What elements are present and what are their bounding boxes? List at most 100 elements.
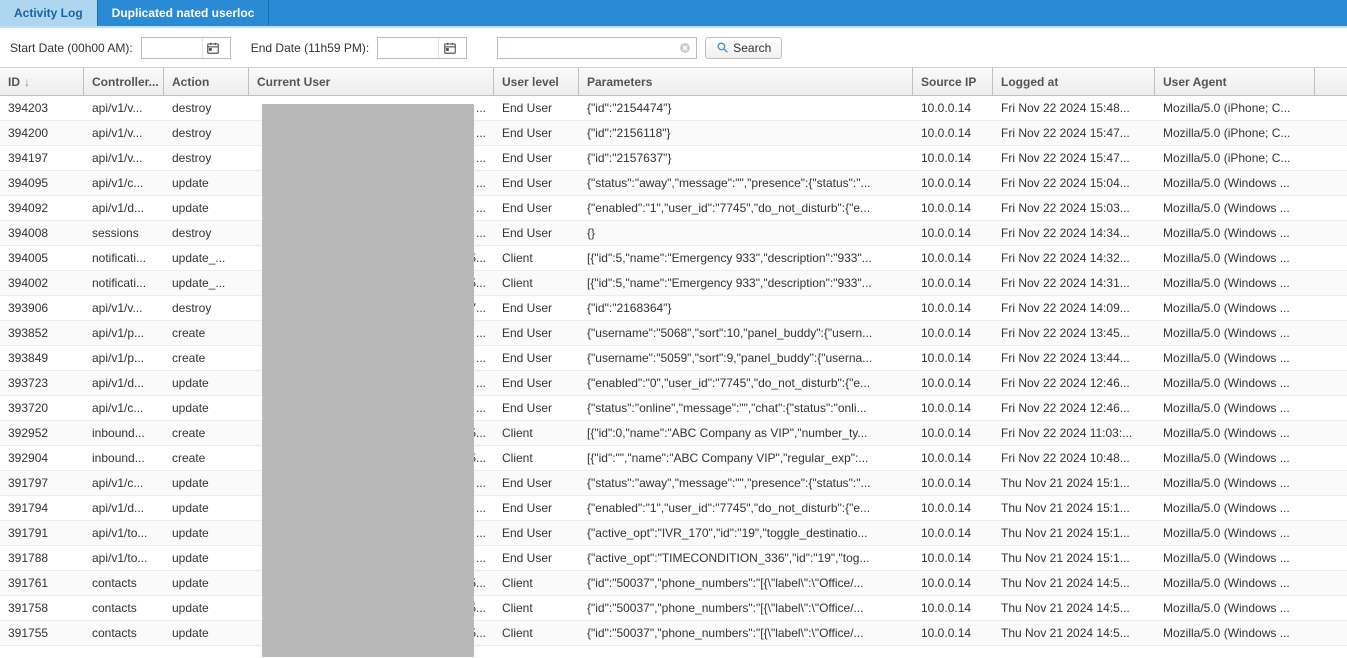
table-row[interactable]: 393849api/v1/p...create...End User{"user…: [0, 346, 1347, 371]
cell-controller: api/v1/d...: [84, 372, 164, 394]
cell-action: destroy: [164, 222, 249, 244]
col-id[interactable]: ID↓: [0, 68, 84, 95]
cell-action: create: [164, 422, 249, 444]
cell-source-ip: 10.0.0.14: [913, 97, 993, 119]
cell-controller: contacts: [84, 572, 164, 594]
cell-logged-at: Thu Nov 21 2024 15:1...: [993, 497, 1155, 519]
table-row[interactable]: 394095api/v1/c...update...End User{"stat…: [0, 171, 1347, 196]
col-action[interactable]: Action: [164, 68, 249, 95]
cell-user-agent: Mozilla/5.0 (Windows ...: [1155, 547, 1315, 569]
cell-logged-at: Fri Nov 22 2024 15:47...: [993, 122, 1155, 144]
search-field[interactable]: [497, 37, 697, 59]
table-row[interactable]: 393723api/v1/d...update...End User{"enab…: [0, 371, 1347, 396]
cell-parameters: {"id":"2156118"}: [579, 122, 913, 144]
cell-source-ip: 10.0.0.14: [913, 372, 993, 394]
cell-user-agent: Mozilla/5.0 (Windows ...: [1155, 247, 1315, 269]
cell-controller: notificati...: [84, 272, 164, 294]
end-date-field[interactable]: [377, 37, 467, 59]
col-logged-at[interactable]: Logged at: [993, 68, 1155, 95]
cell-id: 394092: [0, 197, 84, 219]
cell-user-agent: Mozilla/5.0 (Windows ...: [1155, 622, 1315, 644]
cell-user-level: End User: [494, 547, 579, 569]
cell-source-ip: 10.0.0.14: [913, 472, 993, 494]
cell-user-level: Client: [494, 597, 579, 619]
table-row[interactable]: 391797api/v1/c...update...End User{"stat…: [0, 471, 1347, 496]
cell-id: 394095: [0, 172, 84, 194]
start-date-field[interactable]: [141, 37, 231, 59]
cell-id: 394200: [0, 122, 84, 144]
cell-parameters: {"username":"5059","sort":9,"panel_buddy…: [579, 347, 913, 369]
search-input[interactable]: [498, 39, 676, 57]
cell-source-ip: 10.0.0.14: [913, 422, 993, 444]
cell-source-ip: 10.0.0.14: [913, 297, 993, 319]
calendar-icon[interactable]: [438, 38, 460, 58]
col-parameters[interactable]: Parameters: [579, 68, 913, 95]
tab-activity-log[interactable]: Activity Log: [0, 0, 98, 26]
cell-logged-at: Thu Nov 21 2024 15:1...: [993, 472, 1155, 494]
col-user-level[interactable]: User level: [494, 68, 579, 95]
cell-controller: api/v1/v...: [84, 147, 164, 169]
cell-user-agent: Mozilla/5.0 (Windows ...: [1155, 522, 1315, 544]
table-row[interactable]: 392904inbound...create5...Client[{"id":"…: [0, 446, 1347, 471]
cell-id: 392904: [0, 447, 84, 469]
table-row[interactable]: 394203api/v1/v...destroy...End User{"id"…: [0, 96, 1347, 121]
grid-body[interactable]: 394203api/v1/v...destroy...End User{"id"…: [0, 96, 1347, 656]
table-row[interactable]: 391755contactsupdate5...Client{"id":"500…: [0, 621, 1347, 646]
table-row[interactable]: 394005notificati...update_...5...Client[…: [0, 246, 1347, 271]
table-row[interactable]: 391788api/v1/to...update...End User{"act…: [0, 546, 1347, 571]
table-row[interactable]: 391791api/v1/to...update...End User{"act…: [0, 521, 1347, 546]
cell-user-level: Client: [494, 422, 579, 444]
clear-icon[interactable]: [676, 39, 694, 57]
cell-user-level: End User: [494, 297, 579, 319]
cell-user-level: End User: [494, 372, 579, 394]
cell-controller: api/v1/to...: [84, 547, 164, 569]
table-row[interactable]: 394002notificati...update_...5...Client[…: [0, 271, 1347, 296]
cell-id: 394008: [0, 222, 84, 244]
table-row[interactable]: 393906api/v1/v...destroy7...End User{"id…: [0, 296, 1347, 321]
redacted-block: [262, 104, 474, 657]
table-row[interactable]: 393852api/v1/p...create...End User{"user…: [0, 321, 1347, 346]
cell-user-agent: Mozilla/5.0 (Windows ...: [1155, 397, 1315, 419]
cell-id: 391791: [0, 522, 84, 544]
end-date-input[interactable]: [378, 39, 438, 57]
cell-source-ip: 10.0.0.14: [913, 622, 993, 644]
table-row[interactable]: 394200api/v1/v...destroy...End User{"id"…: [0, 121, 1347, 146]
cell-id: 391761: [0, 572, 84, 594]
cell-action: create: [164, 447, 249, 469]
cell-source-ip: 10.0.0.14: [913, 397, 993, 419]
cell-controller: api/v1/v...: [84, 97, 164, 119]
cell-parameters: {"id":"2154474"}: [579, 97, 913, 119]
cell-user-level: Client: [494, 247, 579, 269]
cell-logged-at: Fri Nov 22 2024 12:46...: [993, 372, 1155, 394]
table-row[interactable]: 393720api/v1/c...update...End User{"stat…: [0, 396, 1347, 421]
cell-logged-at: Fri Nov 22 2024 14:09...: [993, 297, 1155, 319]
calendar-icon[interactable]: [202, 38, 224, 58]
cell-parameters: {"username":"5068","sort":10,"panel_budd…: [579, 322, 913, 344]
cell-logged-at: Fri Nov 22 2024 14:31...: [993, 272, 1155, 294]
cell-controller: sessions: [84, 222, 164, 244]
cell-user-level: End User: [494, 147, 579, 169]
table-row[interactable]: 394092api/v1/d...update...End User{"enab…: [0, 196, 1347, 221]
col-user-agent[interactable]: User Agent: [1155, 68, 1315, 95]
table-row[interactable]: 392952inbound...create5...Client[{"id":0…: [0, 421, 1347, 446]
cell-logged-at: Fri Nov 22 2024 12:46...: [993, 397, 1155, 419]
table-row[interactable]: 394197api/v1/v...destroy...End User{"id"…: [0, 146, 1347, 171]
cell-logged-at: Thu Nov 21 2024 15:1...: [993, 547, 1155, 569]
tab-duplicated-nated-userloc[interactable]: Duplicated nated userloc: [98, 0, 270, 26]
cell-user-agent: Mozilla/5.0 (Windows ...: [1155, 272, 1315, 294]
search-button[interactable]: Search: [705, 37, 782, 59]
table-row[interactable]: 391761contactsupdate5...Client{"id":"500…: [0, 571, 1347, 596]
start-date-input[interactable]: [142, 39, 202, 57]
cell-id: 394005: [0, 247, 84, 269]
cell-controller: contacts: [84, 597, 164, 619]
table-row[interactable]: 391758contactsupdate5...Client{"id":"500…: [0, 596, 1347, 621]
table-row[interactable]: 391794api/v1/d...update...End User{"enab…: [0, 496, 1347, 521]
cell-source-ip: 10.0.0.14: [913, 572, 993, 594]
col-source-ip[interactable]: Source IP: [913, 68, 993, 95]
col-controller[interactable]: Controller...: [84, 68, 164, 95]
col-current-user[interactable]: Current User: [249, 68, 494, 95]
cell-logged-at: Fri Nov 22 2024 15:04...: [993, 172, 1155, 194]
cell-action: update: [164, 547, 249, 569]
cell-id: 393723: [0, 372, 84, 394]
table-row[interactable]: 394008sessionsdestroy...End User{}10.0.0…: [0, 221, 1347, 246]
